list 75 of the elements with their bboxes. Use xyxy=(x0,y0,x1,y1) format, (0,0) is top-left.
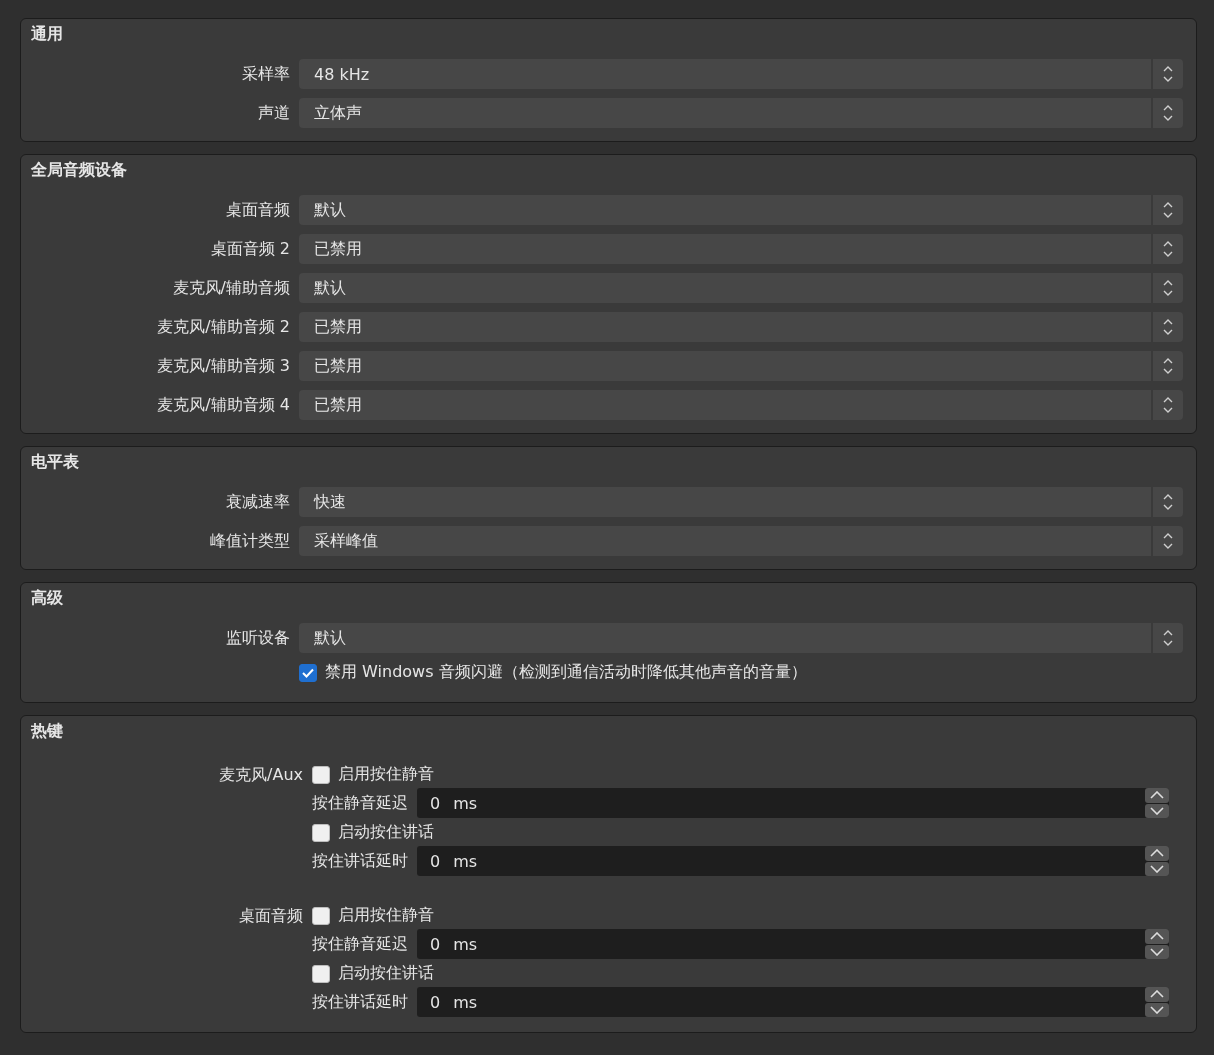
up-down-chevron-icon xyxy=(1162,357,1174,375)
up-down-chevron-icon xyxy=(1162,65,1174,83)
dropdown[interactable]: 48 kHz xyxy=(299,59,1183,89)
field-label: 声道 xyxy=(257,102,290,124)
up-down-chevron-icon xyxy=(1162,318,1174,336)
checkbox-label: 启用按住静音 xyxy=(338,905,434,926)
decrement-button[interactable] xyxy=(1145,1002,1169,1017)
checkbox[interactable] xyxy=(299,663,317,682)
dropdown[interactable]: 已禁用 xyxy=(299,312,1183,342)
decrement-button[interactable] xyxy=(1145,944,1169,959)
group-title: 热键 xyxy=(31,720,64,742)
up-chevron-icon xyxy=(1150,932,1164,941)
field-label: 监听设备 xyxy=(225,627,290,649)
up-down-chevron-icon xyxy=(1162,629,1174,647)
dropdown[interactable]: 默认 xyxy=(299,273,1183,303)
checkbox-label: 启动按住讲话 xyxy=(338,963,434,984)
dropdown[interactable]: 已禁用 xyxy=(299,390,1183,420)
up-chevron-icon xyxy=(1150,849,1164,858)
checkbox[interactable] xyxy=(312,765,330,784)
field-label: 衰减速率 xyxy=(225,491,290,513)
dropdown[interactable]: 默认 xyxy=(299,195,1183,225)
number-field[interactable]: 0 ms xyxy=(417,788,1169,818)
group-title: 高级 xyxy=(31,587,64,609)
checkmark-icon xyxy=(302,667,314,678)
field-label: 麦克风/辅助音频 xyxy=(171,277,290,299)
increment-button[interactable] xyxy=(1145,987,1169,1002)
down-chevron-icon xyxy=(1150,864,1164,873)
field-label: 按住讲话延时 xyxy=(312,850,408,872)
up-down-chevron-icon xyxy=(1162,532,1174,550)
up-down-chevron-icon xyxy=(1162,493,1174,511)
increment-button[interactable] xyxy=(1145,929,1169,944)
up-down-chevron-icon xyxy=(1162,279,1174,297)
dropdown[interactable]: 快速 xyxy=(299,487,1183,517)
field-label: 桌面音频 2 xyxy=(209,238,290,260)
up-down-chevron-icon xyxy=(1162,240,1174,258)
field-label: 采样率 xyxy=(241,63,290,85)
decrement-button[interactable] xyxy=(1145,803,1169,818)
field-label: 麦克风/辅助音频 2 xyxy=(156,316,290,338)
dropdown[interactable]: 默认 xyxy=(299,623,1183,653)
dropdown[interactable]: 立体声 xyxy=(299,98,1183,128)
up-down-chevron-icon xyxy=(1162,104,1174,122)
field-label: 麦克风/辅助音频 3 xyxy=(156,355,290,377)
up-chevron-icon xyxy=(1150,990,1164,999)
checkbox[interactable] xyxy=(312,964,330,983)
field-label: 桌面音频 xyxy=(225,199,290,221)
down-chevron-icon xyxy=(1150,947,1164,956)
hotkey-source-label: 麦克风/Aux xyxy=(218,764,303,786)
field-label: 按住静音延迟 xyxy=(312,933,408,955)
checkbox-label: 启动按住讲话 xyxy=(338,822,434,843)
field-label: 按住讲话延时 xyxy=(312,991,408,1013)
down-chevron-icon xyxy=(1150,1005,1164,1014)
field-label: 麦克风/辅助音频 4 xyxy=(156,394,290,416)
up-down-chevron-icon xyxy=(1162,396,1174,414)
checkbox[interactable] xyxy=(312,906,330,925)
down-chevron-icon xyxy=(1150,806,1164,815)
group-title: 通用 xyxy=(31,23,64,45)
hotkey-source-label: 桌面音频 xyxy=(238,905,303,927)
field-label: 按住静音延迟 xyxy=(312,792,408,814)
checkbox[interactable] xyxy=(312,823,330,842)
number-field[interactable]: 0 ms xyxy=(417,987,1169,1017)
decrement-button[interactable] xyxy=(1145,861,1169,876)
increment-button[interactable] xyxy=(1145,846,1169,861)
up-down-chevron-icon xyxy=(1162,201,1174,219)
dropdown[interactable]: 已禁用 xyxy=(299,351,1183,381)
dropdown[interactable]: 采样峰值 xyxy=(299,526,1183,556)
group-title: 电平表 xyxy=(31,451,80,473)
field-label: 峰值计类型 xyxy=(209,530,290,552)
dropdown[interactable]: 已禁用 xyxy=(299,234,1183,264)
number-field[interactable]: 0 ms xyxy=(417,846,1169,876)
checkbox-label: 禁用 Windows 音频闪避（检测到通信活动时降低其他声音的音量） xyxy=(325,662,807,683)
up-chevron-icon xyxy=(1150,791,1164,800)
increment-button[interactable] xyxy=(1145,788,1169,803)
number-field[interactable]: 0 ms xyxy=(417,929,1169,959)
checkbox-label: 启用按住静音 xyxy=(338,764,434,785)
group-title: 全局音频设备 xyxy=(31,159,128,181)
